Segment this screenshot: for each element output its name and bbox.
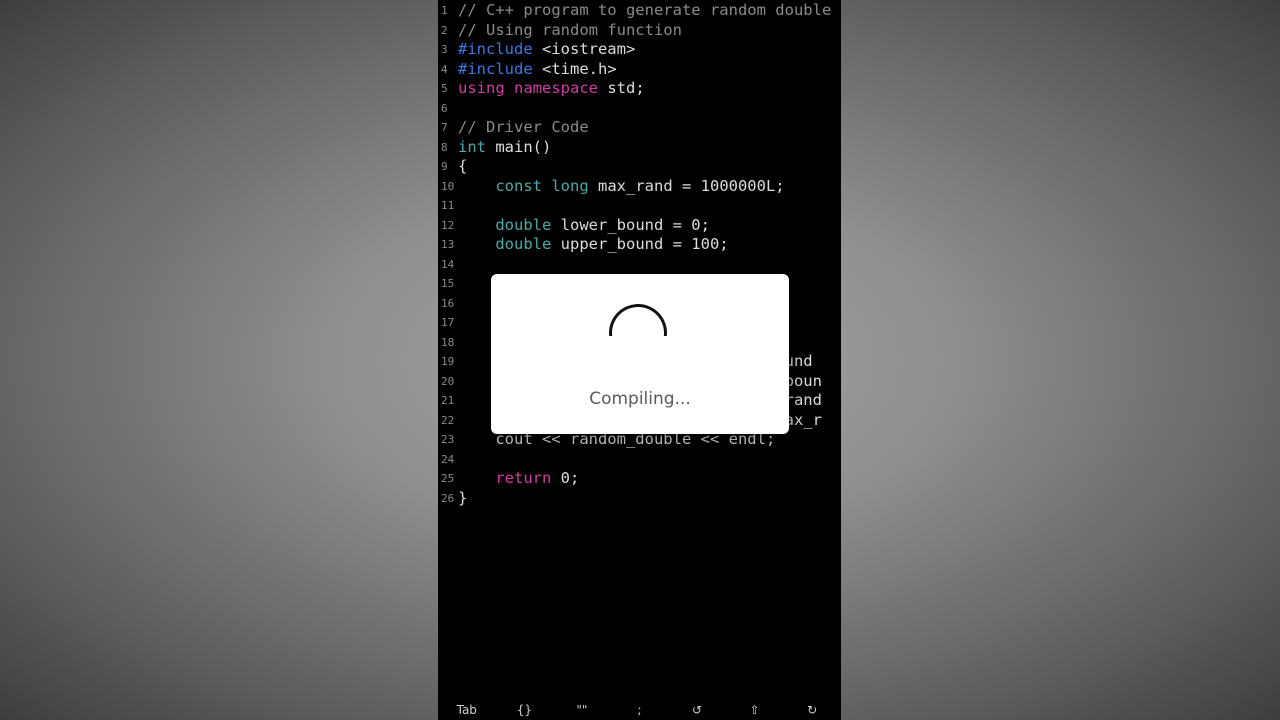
code-token: max_rand = 1000000L;: [588, 176, 785, 195]
shift-icon[interactable]: ⇧: [726, 703, 783, 717]
line-number: 17: [441, 316, 455, 329]
code-token: double: [495, 215, 552, 234]
line-number: 23: [441, 433, 455, 446]
line-number: 24: [441, 452, 455, 466]
code-token: // Using random function: [458, 20, 682, 39]
code-line[interactable]: 24: [438, 450, 841, 470]
line-number: 11: [441, 199, 455, 212]
line-number: 6: [441, 101, 448, 115]
extra-keys-bar: Tab{} ""; ↺ ⇧ ↻: [438, 700, 841, 720]
code-line[interactable]: 3 #include <iostream>: [438, 40, 841, 60]
code-line[interactable]: 25 return 0;: [438, 469, 841, 489]
code-token: 0;: [551, 469, 580, 487]
line-code: using namespace std;: [458, 79, 645, 97]
line-code: return 0;: [458, 469, 579, 487]
line-number: 18: [441, 335, 455, 349]
line-number: 13: [441, 238, 455, 251]
code-line[interactable]: 13 double upper_bound = 100;: [438, 235, 841, 255]
code-line[interactable]: 9{: [438, 157, 841, 177]
line-code: // C++ program to generate random double: [458, 1, 831, 19]
line-number: 7: [441, 121, 448, 134]
line-number: 21: [441, 394, 455, 407]
code-token: main(): [486, 137, 552, 156]
code-token: #include: [458, 40, 533, 58]
code-line[interactable]: 1 // C++ program to generate random doubl…: [438, 1, 841, 21]
code-token: #include: [458, 59, 533, 78]
code-token: lower_bound = 0;: [551, 215, 710, 234]
line-number: 10: [441, 179, 455, 193]
code-token: using: [458, 79, 505, 97]
code-token: <time.h>: [532, 59, 617, 78]
code-line[interactable]: 12 double lower_bound = 0;: [438, 216, 841, 236]
line-number: 4: [441, 62, 448, 76]
undo-icon[interactable]: ↺: [669, 703, 726, 717]
code-token: // C++ program to generate random double: [458, 1, 832, 19]
code-line[interactable]: 26}: [438, 489, 841, 509]
line-code: // Using random function: [458, 21, 682, 39]
code-line[interactable]: 5 using namespace std;: [438, 79, 841, 99]
code-token: return: [495, 469, 552, 487]
line-code: int main(): [458, 138, 551, 156]
quotes-key[interactable]: "": [553, 703, 610, 717]
code-line[interactable]: 10 const long max_rand = 1000000L;: [438, 177, 841, 197]
line-code: }: [458, 489, 467, 507]
compiling-dialog: Compiling...: [491, 274, 789, 434]
code-token: // Driver Code: [458, 118, 589, 136]
line-number: 1: [441, 4, 448, 17]
line-number: 25: [441, 472, 455, 485]
line-number: 22: [441, 413, 455, 427]
line-number: 15: [441, 277, 455, 290]
tab-key[interactable]: Tab: [438, 703, 495, 717]
line-number: 19: [441, 355, 455, 368]
line-code: {: [458, 157, 467, 175]
code-line[interactable]: 4 #include <time.h>: [438, 60, 841, 80]
code-token: {: [458, 157, 468, 175]
code-token: int: [458, 137, 486, 156]
line-number: 16: [441, 296, 455, 310]
code-token: long: [551, 176, 589, 195]
code-line[interactable]: 11: [438, 196, 841, 216]
code-line[interactable]: 6: [438, 99, 841, 119]
redo-icon[interactable]: ↻: [784, 703, 841, 717]
line-number: 3: [441, 43, 448, 56]
phone-screen: 1 // C++ program to generate random doubl…: [438, 0, 841, 720]
line-code: double lower_bound = 0;: [458, 216, 710, 234]
line-number: 26: [441, 491, 455, 505]
line-code: // Driver Code: [458, 118, 589, 136]
braces-key[interactable]: {}: [496, 703, 553, 717]
line-code: const long max_rand = 1000000L;: [458, 176, 785, 195]
code-line[interactable]: 14: [438, 255, 841, 275]
code-token: }: [458, 488, 468, 507]
code-line[interactable]: 7 // Driver Code: [438, 118, 841, 138]
line-number: 5: [441, 82, 448, 95]
line-code: double upper_bound = 100;: [458, 235, 729, 253]
code-token: <iostream>: [532, 40, 636, 58]
line-number: 2: [441, 23, 448, 37]
code-token: double: [495, 235, 552, 253]
code-token: upper_bound = 100;: [551, 235, 729, 253]
line-number: 14: [441, 257, 455, 271]
compiling-message: Compiling...: [589, 389, 691, 409]
code-line[interactable]: 8 int main(): [438, 138, 841, 158]
code-line[interactable]: 2 // Using random function: [438, 21, 841, 41]
code-token: const: [495, 176, 542, 195]
line-number: 20: [441, 374, 455, 388]
line-number: 9: [441, 160, 448, 173]
line-number: 8: [441, 140, 448, 154]
code-token: namespace: [514, 79, 599, 97]
semicolon-key[interactable]: ;: [611, 703, 668, 717]
code-token: std;: [598, 79, 645, 97]
line-number: 12: [441, 218, 455, 232]
line-code: #include <iostream>: [458, 40, 635, 58]
line-code: #include <time.h>: [458, 60, 617, 78]
